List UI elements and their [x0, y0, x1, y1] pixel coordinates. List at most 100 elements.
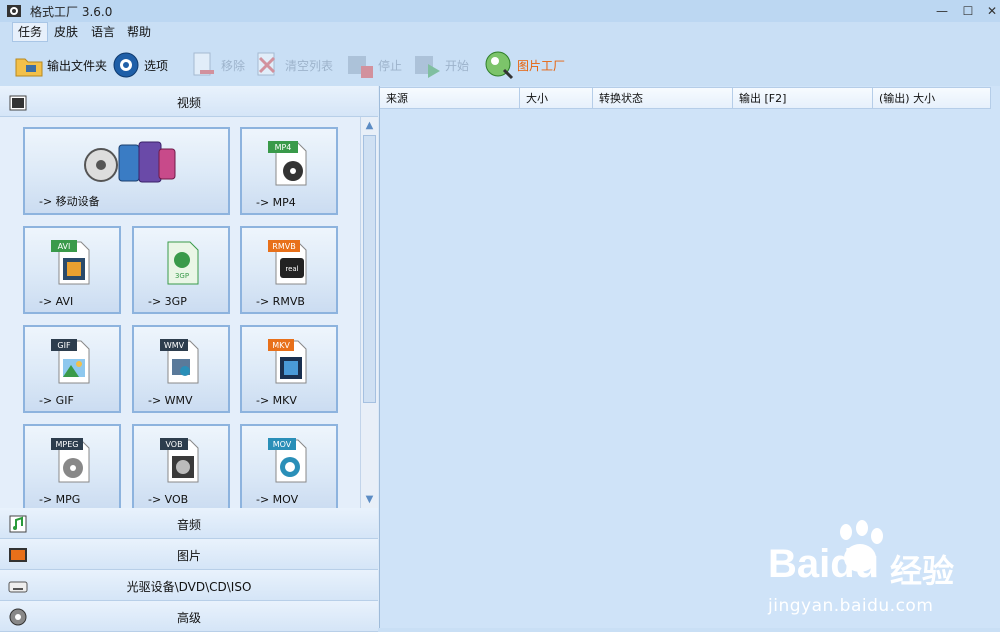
clear-list-label: 清空列表 — [285, 58, 334, 73]
picture-factory-label: 图片工厂 — [517, 58, 566, 73]
minimize-button[interactable]: — — [928, 2, 956, 20]
scroll-thumb[interactable] — [363, 135, 376, 403]
tile-wmv[interactable]: WMV -> WMV — [132, 325, 230, 413]
picture-factory-icon — [485, 51, 514, 80]
clear-list-icon — [257, 52, 276, 76]
options-label: 选项 — [144, 58, 169, 73]
tile-mp4[interactable]: MP4 -> MP4 — [240, 127, 338, 215]
window-title: 格式工厂 3.6.0 — [30, 5, 113, 19]
menu-help[interactable]: 帮助 — [122, 23, 156, 41]
tile-mkv-label: -> MKV — [256, 394, 297, 407]
vob-badge: VOB — [165, 440, 182, 449]
column-source[interactable]: 来源 — [380, 87, 520, 109]
category-picture-label: 图片 — [176, 549, 201, 563]
avi-badge: AVI — [58, 242, 71, 251]
scroll-up-icon[interactable]: ▲ — [362, 118, 377, 133]
mp4-badge: MP4 — [275, 143, 292, 152]
gear-icon — [113, 52, 139, 78]
watermark-url: jingyan.baidu.com — [768, 596, 934, 616]
format-grid-scrollbar[interactable]: ▲ ▼ — [360, 117, 378, 508]
watermark-brand: Baidu — [768, 542, 880, 586]
3gp-badge: 3GP — [175, 272, 189, 280]
category-optical-label: 光驱设备\DVD\CD\ISO — [126, 580, 252, 594]
output-folder-label: 输出文件夹 — [47, 58, 108, 73]
tile-rmvb[interactable]: RMVB real -> RMVB — [240, 226, 338, 314]
wmv-badge: WMV — [164, 341, 185, 350]
menu-task[interactable]: 任务 — [12, 22, 49, 42]
column-output-size[interactable]: (输出) 大小 — [873, 87, 991, 109]
rmvb-badge: RMVB — [272, 242, 295, 251]
mov-badge: MOV — [273, 440, 292, 449]
remove-button[interactable]: 移除 — [188, 48, 245, 82]
tile-gif[interactable]: GIF -> GIF — [23, 325, 121, 413]
title-bar: 格式工厂 3.6.0 — ☐ ✕ — [0, 0, 1000, 22]
gif-badge: GIF — [57, 341, 71, 350]
format-grid: -> 移动设备 MP4 -> MP4 AVI -> AVI 3GP -> 3GP — [0, 117, 360, 508]
start-label: 开始 — [445, 58, 470, 73]
menu-bar: 任务 皮肤 语言 帮助 — [0, 22, 1000, 42]
tile-avi-label: -> AVI — [39, 295, 74, 308]
tile-mp4-label: -> MP4 — [256, 196, 296, 209]
tile-mov-label: -> MOV — [256, 493, 299, 506]
gif-file-icon: GIF — [51, 339, 90, 384]
clear-list-button[interactable]: 清空列表 — [252, 48, 333, 82]
close-button[interactable]: ✕ — [978, 2, 1000, 20]
category-list: 音频 图片 光驱设备\DVD\CD\ISO 高级 — [0, 508, 379, 632]
tile-mobile-device[interactable]: -> 移动设备 — [23, 127, 230, 215]
tile-vob-label: -> VOB — [148, 493, 189, 506]
mkv-badge: MKV — [272, 341, 290, 350]
tile-mpg[interactable]: MPEG -> MPG — [23, 424, 121, 508]
column-status[interactable]: 转换状态 — [593, 87, 733, 109]
tile-vob[interactable]: VOB -> VOB — [132, 424, 230, 508]
options-button[interactable]: 选项 — [111, 48, 168, 82]
toolbar: 输出文件夹 选项 移除 清空列表 停止 开始 图片工厂 — [0, 44, 1000, 86]
avi-file-icon: AVI — [51, 240, 90, 285]
category-video-label: 视频 — [176, 96, 201, 110]
mp4-file-icon: MP4 — [268, 141, 307, 186]
tile-avi[interactable]: AVI -> AVI — [23, 226, 121, 314]
category-advanced[interactable]: 高级 — [0, 601, 378, 632]
menu-language[interactable]: 语言 — [86, 23, 120, 41]
folder-icon — [15, 58, 43, 77]
category-audio-label: 音频 — [176, 518, 201, 532]
category-picture[interactable]: 图片 — [0, 539, 378, 570]
tile-3gp-label: -> 3GP — [148, 295, 187, 308]
vob-file-icon: VOB — [160, 438, 199, 483]
output-folder-button[interactable]: 输出文件夹 — [14, 48, 107, 82]
remove-doc-icon — [193, 52, 214, 76]
stop-label: 停止 — [378, 58, 403, 73]
tile-gif-label: -> GIF — [39, 394, 74, 407]
mov-file-icon: MOV — [268, 438, 307, 483]
picture-factory-button[interactable]: 图片工厂 — [484, 48, 565, 82]
mpeg-file-icon: MPEG — [51, 438, 90, 483]
remove-label: 移除 — [221, 58, 246, 73]
tile-mkv[interactable]: MKV -> MKV — [240, 325, 338, 413]
tile-3gp[interactable]: 3GP -> 3GP — [132, 226, 230, 314]
category-video[interactable]: 视频 — [0, 86, 378, 117]
category-audio[interactable]: 音频 — [0, 508, 378, 539]
menu-skin[interactable]: 皮肤 — [49, 23, 83, 41]
baidu-watermark: Baidu 经验 jingyan.baidu.com — [768, 520, 998, 628]
mobile-device-icon — [84, 141, 176, 183]
wmv-file-icon: WMV — [160, 339, 199, 384]
scroll-down-icon[interactable]: ▼ — [362, 492, 377, 507]
column-size[interactable]: 大小 — [520, 87, 593, 109]
category-advanced-label: 高级 — [176, 611, 201, 625]
watermark-cn: 经验 — [890, 552, 955, 590]
mkv-file-icon: MKV — [268, 339, 307, 384]
category-optical[interactable]: 光驱设备\DVD\CD\ISO — [0, 570, 378, 601]
app-logo-icon — [7, 5, 21, 17]
tile-mobile-label: -> 移动设备 — [39, 195, 100, 208]
rmvb-file-icon: RMVB real — [268, 240, 307, 285]
stop-icon — [348, 56, 373, 78]
3gp-file-icon: 3GP — [167, 241, 199, 285]
start-button[interactable]: 开始 — [412, 48, 469, 82]
tile-rmvb-label: -> RMVB — [256, 295, 305, 308]
tile-mpg-label: -> MPG — [39, 493, 81, 506]
real-badge: real — [285, 265, 298, 273]
stop-button[interactable]: 停止 — [345, 48, 402, 82]
tile-wmv-label: -> WMV — [148, 394, 193, 407]
start-icon — [415, 56, 440, 78]
column-output[interactable]: 输出 [F2] — [733, 87, 873, 109]
tile-mov[interactable]: MOV -> MOV — [240, 424, 338, 508]
